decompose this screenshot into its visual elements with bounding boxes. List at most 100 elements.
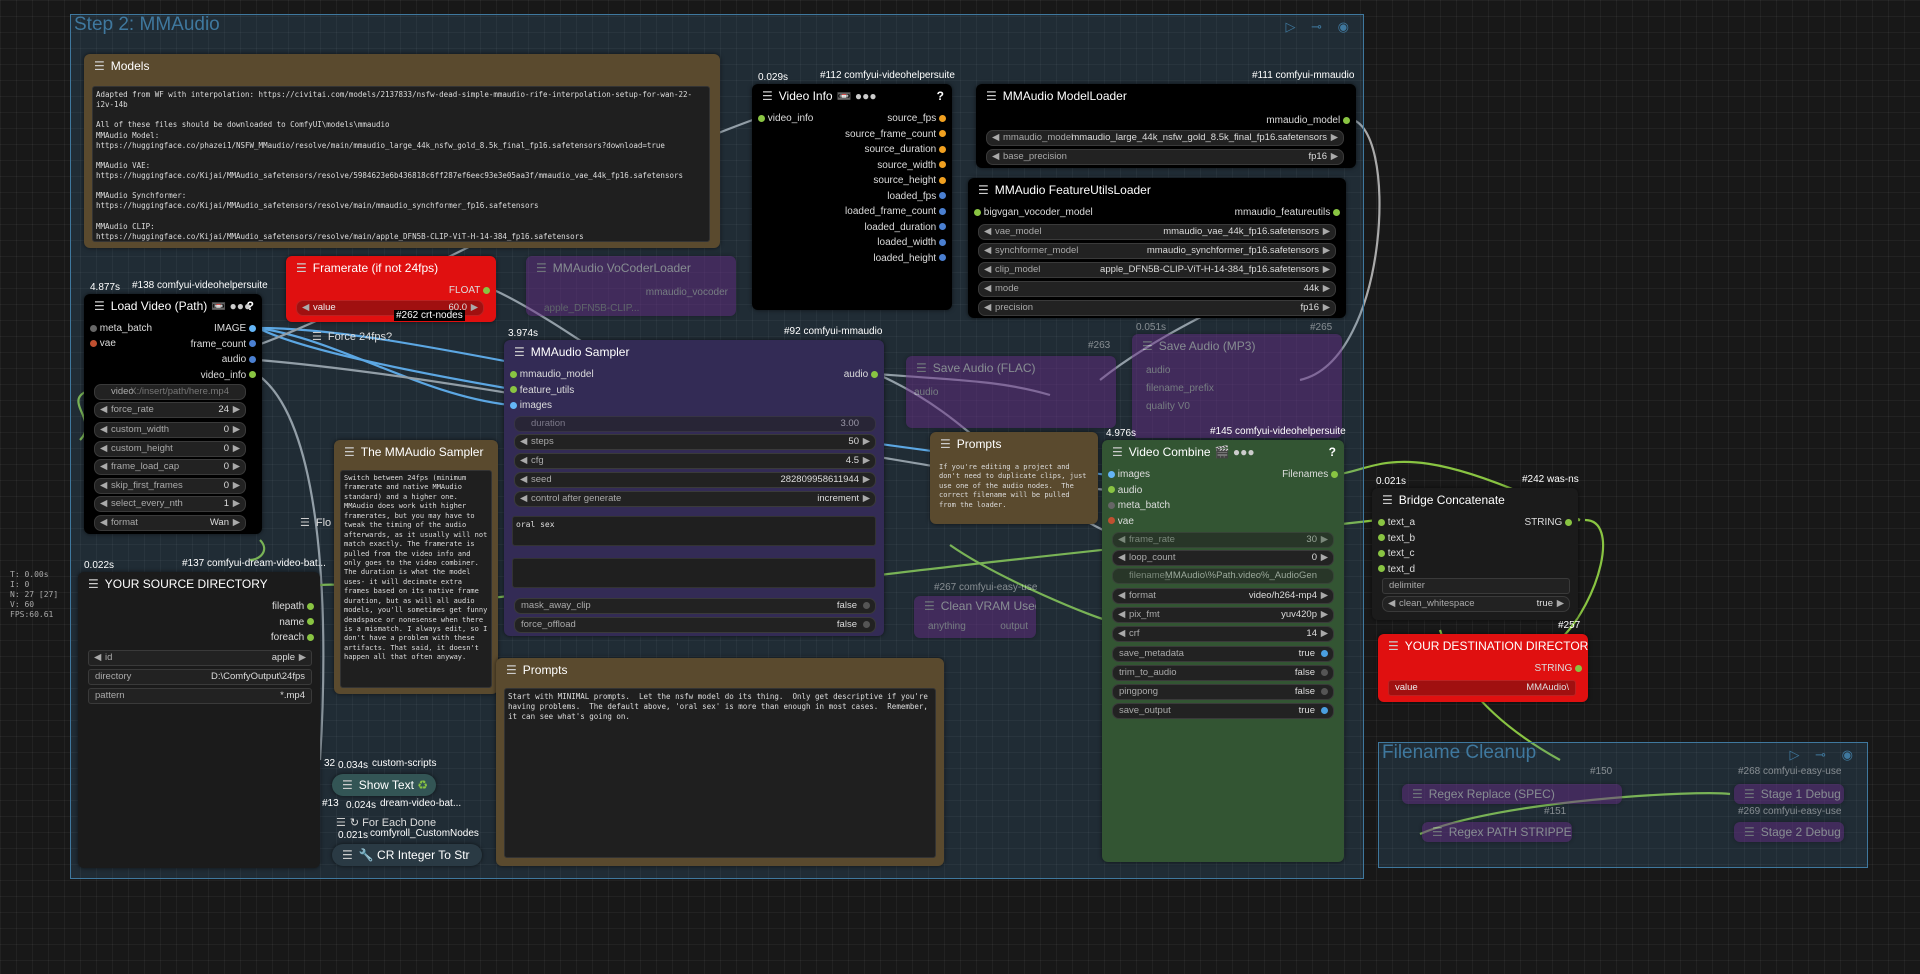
model-loader-widget[interactable]: ◀ mmaudio_model mmaudio_large_44k_nsfw_gol… [986, 130, 1344, 146]
node-video-info[interactable]: ☰ Video Info 📼 ●●●? video_info source_fps … [752, 84, 952, 310]
load-video-widget[interactable]: ◀ format Wan ▶ [94, 514, 246, 531]
input-slot[interactable]: mmaudio_model [510, 368, 594, 382]
node-bridge-concatenate[interactable]: ☰ Bridge Concatenate text_a text_b text_c… [1372, 488, 1578, 620]
feature-loader-widget[interactable]: ◀ precision fp16 ▶ [978, 300, 1336, 316]
output-slot[interactable]: mmaudio_featureutils [1235, 206, 1340, 220]
prompts-note-text[interactable]: Start with MINIMAL prompts. Let the nsfw… [504, 688, 936, 858]
widget-label[interactable]: quality V0 [1146, 400, 1190, 414]
output-slot[interactable]: output [1000, 620, 1028, 634]
input-slot[interactable]: audio [1108, 484, 1142, 498]
sampler-widget[interactable]: ◀ control after generate increment ▶ [514, 491, 876, 507]
force-rate-widget[interactable]: ◀ force_rate 24 ▶ [94, 402, 246, 418]
node-save-audio-flac[interactable]: ☰ Save Audio (FLAC) audio [906, 356, 1116, 428]
prompts-small-text[interactable]: If you're editing a project and don't ne… [936, 460, 1092, 518]
frame-rate-widget[interactable]: ◀ frame_rate 30 ▶ [1112, 532, 1334, 548]
sampler-widget[interactable]: ◀ seed 282809958611944 ▶ [514, 472, 876, 488]
node-regex-replace[interactable]: ☰ Regex Replace (SPEC) [1402, 784, 1622, 804]
input-slot[interactable]: vae [90, 337, 116, 351]
node-load-video-path[interactable]: ☰ Load Video (Path) 📼 ●●●? meta_batch vae I… [84, 294, 262, 534]
output-slot[interactable]: IMAGE [214, 322, 256, 336]
video-combine-widget[interactable]: ◀ pix_fmt yuv420p ▶ [1112, 607, 1334, 623]
video-combine-toggle[interactable]: save_metadata true [1112, 646, 1334, 662]
source-dir-widget[interactable]: pattern *.mp4 [88, 688, 312, 704]
video-path-widget[interactable]: video X:/insert/path/here.mp4 [94, 384, 246, 400]
output-slot[interactable]: FLOAT [449, 284, 490, 298]
output-slot[interactable]: name [279, 616, 314, 630]
video-combine-toggle[interactable]: trim_to_audio false [1112, 665, 1334, 681]
node-show-text[interactable]: ☰ Show Text ♻ [332, 774, 436, 796]
input-slot[interactable]: text_c [1378, 547, 1414, 561]
node-stage2-debug[interactable]: ☰ Stage 2 Debug [1734, 822, 1844, 842]
output-slot[interactable]: mmaudio_vocoder [646, 286, 728, 300]
output-slot[interactable]: source_duration [865, 143, 946, 157]
node-models-note[interactable]: ☰ Models Adapted from WF with interpolati… [84, 54, 720, 248]
sampler-note-text[interactable]: Switch between 24fps (minimum framerate … [340, 470, 492, 688]
output-slot[interactable]: loaded_height [873, 252, 946, 266]
feature-loader-widget[interactable]: ◀ mode 44k ▶ [978, 281, 1336, 297]
input-slot[interactable]: images [1108, 468, 1150, 482]
node-sampler-note[interactable]: ☰ The MMAudio Sampler Switch between 24fp… [334, 440, 498, 694]
widget-label[interactable]: filename_prefix [1146, 382, 1214, 396]
load-video-widget[interactable]: ◀ frame_load_cap 0 ▶ [94, 459, 246, 475]
node-destination-directory[interactable]: ☰ YOUR DESTINATION DIRECTORY STRING value… [1378, 634, 1588, 702]
group-controls-icons[interactable]: ▷ ⊸ ◉ [1790, 747, 1859, 763]
node-mmaudio-modelloader[interactable]: ☰ MMAudio ModelLoader mmaudio_model ◀ mmau… [976, 84, 1356, 168]
node-clean-vram[interactable]: ☰ Clean VRAM Used anything output [914, 596, 1036, 638]
output-slot[interactable]: loaded_width [877, 236, 946, 250]
output-slot[interactable]: source_fps [887, 112, 946, 126]
output-slot[interactable]: frame_count [191, 338, 256, 352]
input-slot[interactable]: feature_utils [510, 384, 574, 398]
output-slot[interactable]: loaded_frame_count [845, 205, 946, 219]
model-loader-widget[interactable]: ◀ base_precision fp16 ▶ [986, 149, 1344, 165]
input-slot[interactable]: audio [914, 386, 938, 400]
output-slot[interactable]: loaded_duration [864, 221, 946, 235]
negative-prompt-textarea[interactable] [512, 558, 876, 588]
group-filename-cleanup[interactable]: Filename Cleanup ▷ ⊸ ◉ [1378, 742, 1868, 868]
feature-loader-widget[interactable]: ◀ clip_model apple_DFN5B-CLIP-ViT-H-14-384… [978, 262, 1336, 278]
node-stage1-debug[interactable]: ☰ Stage 1 Debug [1734, 784, 1844, 804]
source-dir-widget[interactable]: directory D:\ComfyOutput\24fps [88, 669, 312, 685]
load-video-widget[interactable]: ◀ skip_first_frames 0 ▶ [94, 477, 246, 494]
node-mmaudio-sampler[interactable]: ☰ MMAudio Sampler mmaudio_model feature_u… [504, 340, 884, 636]
node-cr-integer-to-str[interactable]: ☰ 🔧 CR Integer To Str [332, 844, 482, 866]
node-prompts-note-large[interactable]: ☰ Prompts Start with MINIMAL prompts. Let… [496, 658, 944, 866]
sampler-toggle[interactable]: mask_away_clip false [514, 598, 876, 614]
destination-value-widget[interactable]: value MMAudio\ [1388, 680, 1576, 696]
video-combine-toggle[interactable]: save_output true [1112, 703, 1334, 719]
input-slot[interactable]: meta_batch [90, 322, 152, 336]
source-dir-widget[interactable]: ◀ id apple ▶ [88, 650, 312, 666]
video-combine-widget[interactable]: ◀ crf 14 ▶ [1112, 626, 1334, 642]
output-slot[interactable]: STRING [1524, 516, 1572, 530]
delimiter-widget[interactable]: delimiter [1382, 578, 1570, 594]
feature-loader-widget[interactable]: ◀ vae_model mmaudio_vae_44k_fp16.safetenso… [978, 224, 1336, 240]
input-slot[interactable]: text_a [1378, 516, 1415, 530]
duration-widget[interactable]: duration 3.00 [514, 416, 876, 432]
node-flo-collapsed[interactable]: ☰ Flo [300, 516, 331, 529]
node-regex-path-stripper[interactable]: ☰ Regex PATH STRIPPER [1422, 822, 1572, 842]
load-video-widget[interactable]: ◀ select_every_nth 1 ▶ [94, 496, 246, 512]
feature-loader-widget[interactable]: ◀ synchformer_model mmaudio_synchformer_fp… [978, 243, 1336, 259]
node-prompts-note-small[interactable]: ☰ Prompts If you're editing a project and… [930, 432, 1098, 524]
node-vocoder-loader[interactable]: ☰ MMAudio VoCoderLoader mmaudio_vocoder a… [526, 256, 736, 316]
input-slot[interactable]: text_b [1378, 532, 1415, 546]
output-slot[interactable]: loaded_fps [887, 190, 946, 204]
output-slot[interactable]: foreach [271, 631, 314, 645]
output-slot[interactable]: audio [222, 353, 256, 367]
output-slot[interactable]: audio [844, 368, 878, 382]
input-slot[interactable]: vae [1108, 515, 1134, 529]
sampler-widget[interactable]: ◀ cfg 4.5 ▶ [514, 453, 876, 469]
input-slot[interactable]: text_d [1378, 563, 1415, 577]
filename-prefix-widget[interactable]: filename_... MMAudio\%Path.video%_AudioGe… [1112, 568, 1334, 584]
load-video-widget[interactable]: ◀ custom_width 0 ▶ [94, 422, 246, 438]
positive-prompt-textarea[interactable]: oral sex [512, 516, 876, 546]
clean-whitespace-widget[interactable]: ◀ clean_whitespace true ▶ [1382, 596, 1570, 612]
output-slot[interactable]: video_info [201, 369, 256, 383]
input-slot[interactable]: anything [928, 620, 966, 634]
output-slot[interactable]: filepath [272, 600, 314, 614]
output-slot[interactable]: source_frame_count [845, 128, 946, 142]
sampler-widget[interactable]: ◀ steps 50 ▶ [514, 434, 876, 450]
input-slot[interactable]: images [510, 399, 552, 413]
output-slot[interactable]: mmaudio_model [1266, 114, 1350, 128]
group-controls-icons[interactable]: ▷ ⊸ ◉ [1286, 19, 1355, 35]
output-slot[interactable]: Filenames [1282, 468, 1338, 482]
